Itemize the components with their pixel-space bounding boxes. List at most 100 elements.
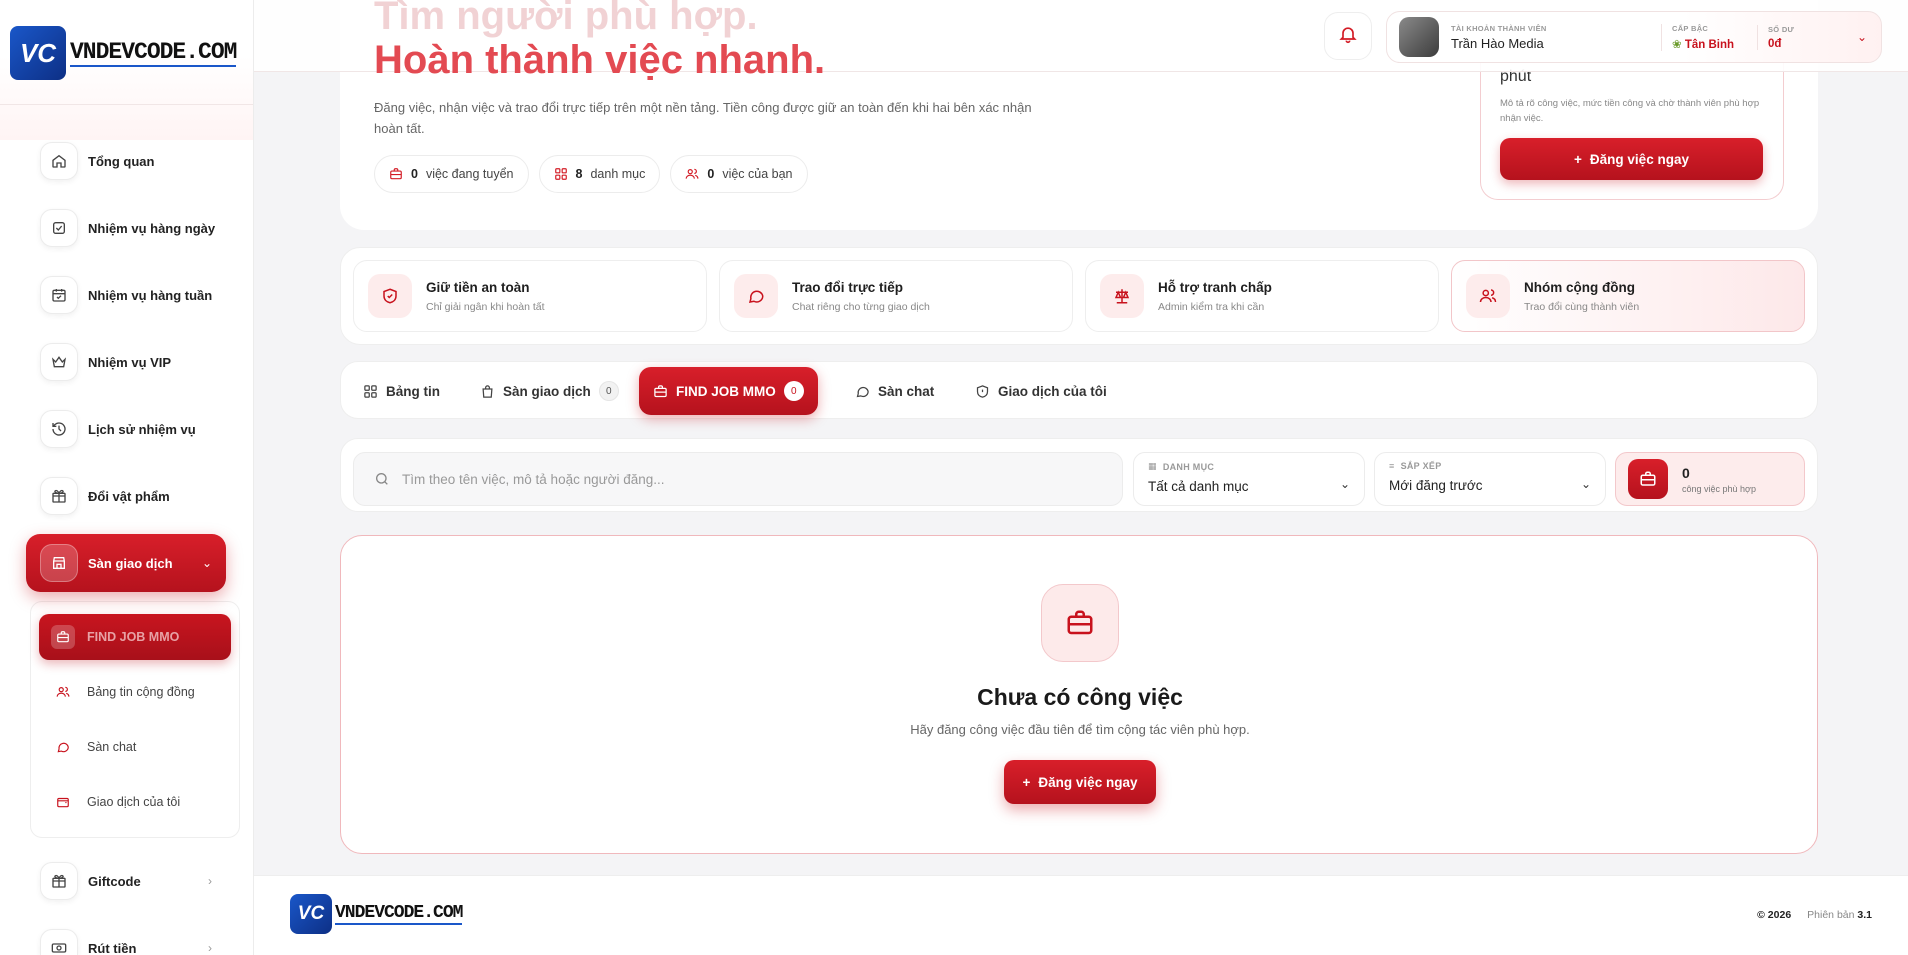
chevron-down-icon: ⌄ <box>1580 477 1591 491</box>
crown-icon <box>40 343 78 381</box>
footer-logo[interactable]: VC VNDEVCODE.COM <box>290 894 463 934</box>
gift-icon <box>40 862 78 900</box>
sidebar-item-vip-tasks[interactable]: Nhiệm vụ VIP <box>26 333 226 391</box>
rank-value: ❀ Tân Binh <box>1672 37 1757 51</box>
sidebar-item-label: Giftcode <box>88 873 141 889</box>
sidebar-item-label: Nhiệm vụ VIP <box>88 354 172 370</box>
notification-button[interactable] <box>1324 12 1372 60</box>
version-info: Phiên bản 3.1 <box>1807 909 1872 921</box>
briefcase-icon <box>1041 584 1119 662</box>
grid-icon <box>363 384 378 399</box>
stat-number: 8 <box>575 167 583 181</box>
sidebar-item-redeem[interactable]: Đổi vật phẩm <box>26 467 226 525</box>
chevron-down-icon: ⌄ <box>201 556 212 570</box>
briefcase-icon <box>389 167 403 181</box>
stat-my-jobs: 0 việc của bạn <box>670 155 808 193</box>
sidebar-item-label: Rút tiền <box>88 940 137 955</box>
sidebar: VC VNDEVCODE.COM Tổng quan Nhiệm vụ hàng… <box>0 0 254 955</box>
sidebar-item-weekly-tasks[interactable]: Nhiệm vụ hàng tuần <box>26 266 226 324</box>
category-select-label: ▦ DANH MỤC <box>1148 461 1350 472</box>
sidebar-nav: Tổng quan Nhiệm vụ hàng ngày Nhiệm vụ hà… <box>26 132 240 955</box>
category-label-text: DANH MỤC <box>1162 461 1215 472</box>
sidebar-divider <box>0 104 253 105</box>
submenu-item-chat[interactable]: Sàn chat <box>39 724 231 770</box>
wallet-icon <box>51 790 75 814</box>
submenu-item-find-job[interactable]: FIND JOB MMO <box>39 614 231 660</box>
post-job-button[interactable]: + Đăng việc ngay <box>1500 138 1763 180</box>
submenu-item-label: Bảng tin cộng đồng <box>87 685 195 699</box>
sidebar-item-task-history[interactable]: Lịch sử nhiệm vụ <box>26 400 226 458</box>
match-count-box: 0 công việc phù hợp <box>1615 452 1805 506</box>
chevron-down-icon: ⌄ <box>1857 30 1868 44</box>
empty-state-title: Chưa có công việc <box>977 684 1183 710</box>
feature-dispute-support: Hỗ trợ tranh chấp Admin kiểm tra khi cần <box>1085 260 1439 332</box>
stat-label: việc đang tuyển <box>425 167 514 181</box>
search-icon <box>374 471 390 487</box>
chevron-right-icon: › <box>208 941 212 955</box>
account-info: TÀI KHOẢN THÀNH VIÊN Trần Hào Media <box>1451 24 1661 51</box>
copyright: © 2026 <box>1757 909 1792 921</box>
rank-label: CẤP BẬC <box>1672 23 1709 33</box>
tab-my-transactions[interactable]: Giao dịch của tôi <box>961 367 1121 415</box>
sort-select[interactable]: ≡ SẮP XẾP Mới đăng trước ⌄ <box>1374 452 1606 506</box>
feature-title: Nhóm cộng đồng <box>1524 279 1635 295</box>
chat-icon <box>51 735 75 759</box>
sidebar-item-label: Tổng quan <box>88 153 155 169</box>
submenu-item-label: Sàn chat <box>87 740 137 754</box>
empty-post-job-button[interactable]: + Đăng việc ngay <box>1004 760 1156 804</box>
empty-state: Chưa có công việc Hãy đăng công việc đầu… <box>340 535 1818 854</box>
feature-title: Giữ tiền an toàn <box>426 279 530 295</box>
marketplace-tabs: Bảng tin Sàn giao dịch 0 FIND JOB MMO 0 … <box>340 361 1818 419</box>
feature-direct-chat: Trao đổi trực tiếp Chat riêng cho từng gi… <box>719 260 1073 332</box>
tab-marketplace[interactable]: Sàn giao dịch 0 <box>466 367 633 415</box>
search-input[interactable] <box>402 471 1082 487</box>
tab-label: Sàn giao dịch <box>503 383 591 399</box>
feature-subtitle: Chỉ giải ngân khi hoàn tất <box>426 300 545 313</box>
sidebar-item-overview[interactable]: Tổng quan <box>26 132 226 190</box>
stat-categories: 8 danh mục <box>538 155 661 193</box>
tab-label: Bảng tin <box>386 383 440 399</box>
briefcase-icon <box>1628 459 1668 499</box>
stat-label: danh mục <box>590 167 646 181</box>
shield-icon <box>975 384 990 399</box>
sidebar-item-giftcode[interactable]: Giftcode › <box>26 852 226 910</box>
bag-icon <box>480 384 495 399</box>
rank-info: CẤP BẬC ❀ Tân Binh <box>1661 23 1757 51</box>
submenu-item-my-transactions[interactable]: Giao dịch của tôi <box>39 779 231 825</box>
footer-meta: © 2026 Phiên bản 3.1 <box>1757 909 1872 921</box>
version-label: Phiên bản <box>1807 909 1855 921</box>
sidebar-item-daily-tasks[interactable]: Nhiệm vụ hàng ngày <box>26 199 226 257</box>
logo-mark: VC <box>290 894 332 934</box>
briefcase-icon <box>51 625 75 649</box>
logo[interactable]: VC VNDEVCODE.COM <box>10 26 237 80</box>
account-label: TÀI KHOẢN THÀNH VIÊN <box>1451 23 1547 33</box>
sidebar-item-marketplace[interactable]: Sàn giao dịch ⌄ <box>26 534 226 592</box>
account-name: Trần Hào Media <box>1451 35 1544 51</box>
feature-subtitle: Chat riêng cho từng giao dịch <box>792 300 930 313</box>
empty-post-job-label: Đăng việc ngay <box>1038 774 1138 790</box>
checkbox-icon <box>40 209 78 247</box>
sort-select-label: ≡ SẮP XẾP <box>1389 461 1591 471</box>
tab-label: FIND JOB MMO <box>676 383 776 399</box>
tab-find-job[interactable]: FIND JOB MMO 0 <box>639 367 818 415</box>
sidebar-item-withdraw[interactable]: Rút tiền › <box>26 919 226 955</box>
sort-label-text: SẮP XẾP <box>1400 461 1442 471</box>
logo-text: VNDEVCODE.COM <box>335 903 463 925</box>
shield-check-icon <box>368 274 412 318</box>
chevron-right-icon: › <box>208 874 212 888</box>
search-box <box>353 452 1123 506</box>
sidebar-item-label: Nhiệm vụ hàng tuần <box>88 287 213 303</box>
tab-news-feed[interactable]: Bảng tin <box>349 367 454 415</box>
tab-chat[interactable]: Sàn chat <box>841 367 948 415</box>
sidebar-item-label: Sàn giao dịch <box>88 555 173 571</box>
filter-bar: ▦ DANH MỤC Tất cả danh mục ⌄ ≡ SẮP XẾP Mới… <box>340 438 1818 512</box>
submenu-item-community-feed[interactable]: Bảng tin cộng đồng <box>39 669 231 715</box>
category-select[interactable]: ▦ DANH MỤC Tất cả danh mục ⌄ <box>1133 452 1365 506</box>
feature-community-group[interactable]: Nhóm cộng đồng Trao đổi cùng thành viên <box>1451 260 1805 332</box>
account-menu[interactable]: TÀI KHOẢN THÀNH VIÊN Trần Hào Media CẤP … <box>1386 11 1882 63</box>
hero-description: Đăng việc, nhận việc và trao đổi trực ti… <box>374 100 1032 136</box>
balance-info: SỐ DƯ 0đ <box>1757 24 1853 50</box>
hero-heading: Tìm người phù hợp. Hoàn thành việc nhanh… <box>374 0 825 82</box>
feature-title: Trao đổi trực tiếp <box>792 279 904 295</box>
chat-icon <box>855 384 870 399</box>
